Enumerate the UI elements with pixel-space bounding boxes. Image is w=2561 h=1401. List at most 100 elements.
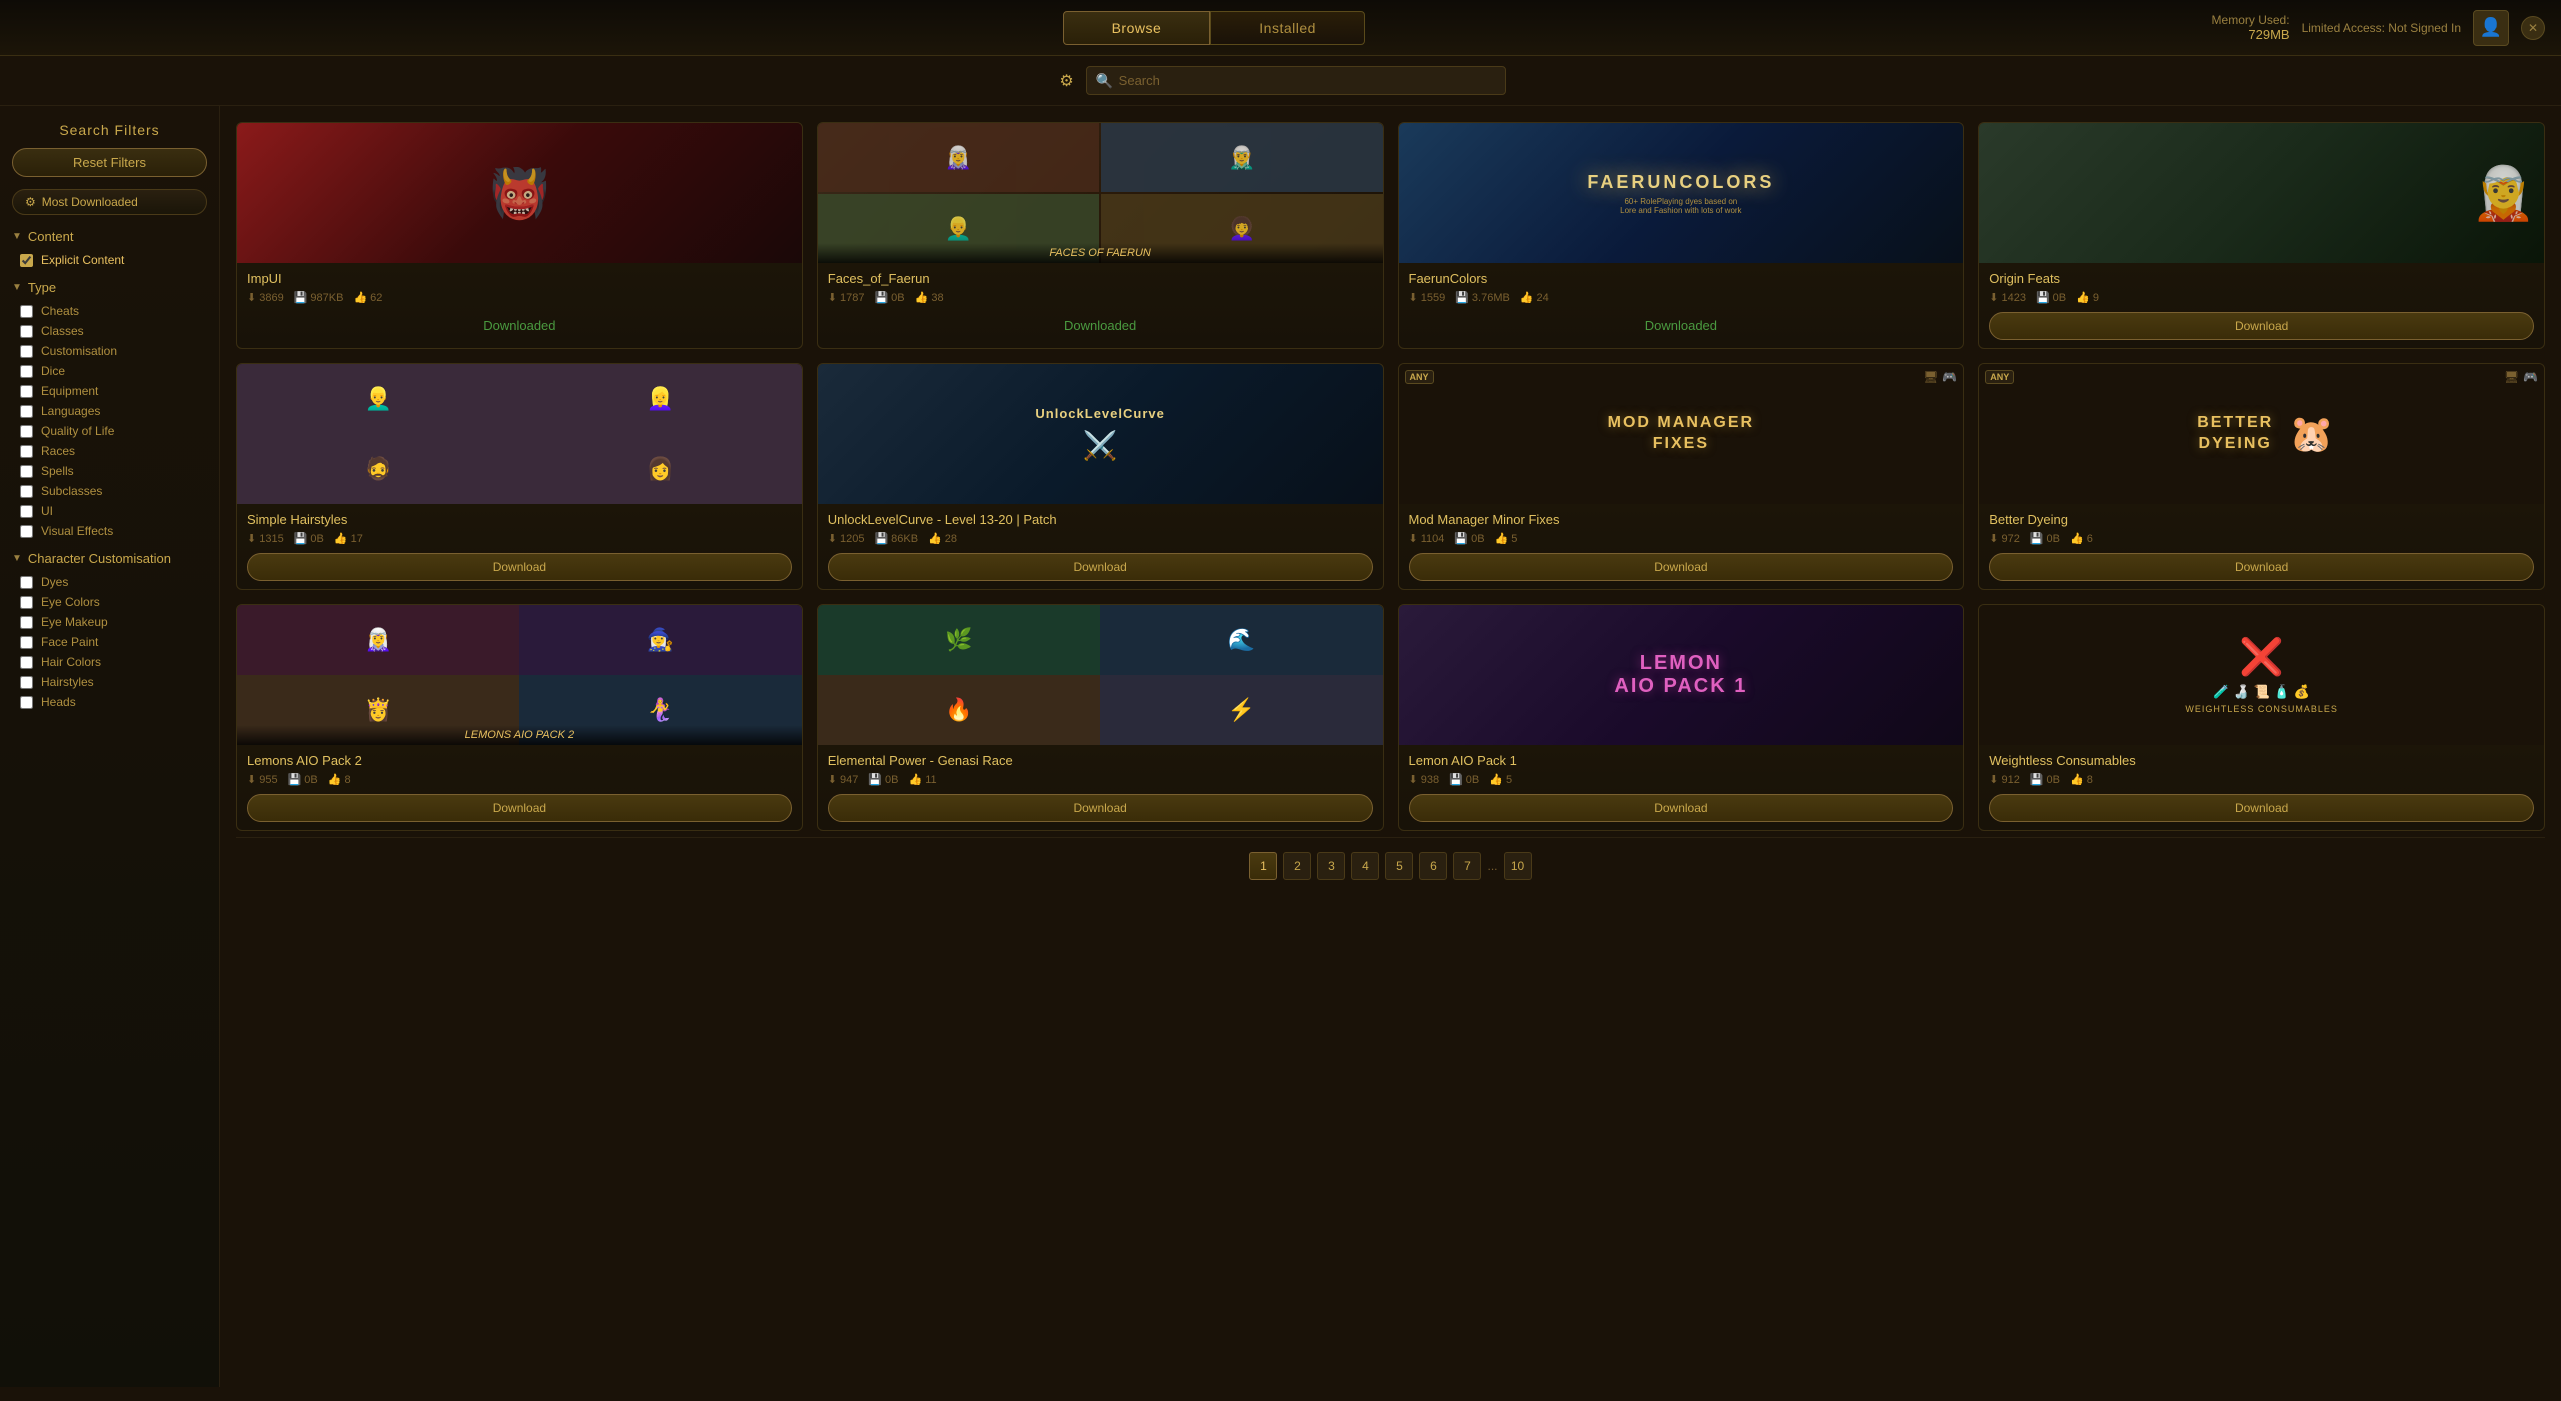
subclasses-checkbox[interactable] (20, 485, 33, 498)
eyecolors-checkbox[interactable] (20, 596, 33, 609)
page-button-3[interactable]: 3 (1317, 852, 1345, 880)
page-button-10[interactable]: 10 (1504, 852, 1532, 880)
languages-checkbox[interactable] (20, 405, 33, 418)
downloaded-button-impui[interactable]: Downloaded (247, 312, 792, 339)
mod-stats-unlock: ⬇ 1205 💾 86KB 👍 28 (828, 532, 1373, 545)
mod-card-hairstyles[interactable]: 👱‍♂️ 👱‍♀️ 🧔 👩 Simple Hairstyles ⬇ 1315 (236, 363, 803, 590)
mod-card-lemons[interactable]: 🧝‍♀️ 🧙‍♀️ 👸 🧜‍♀️ LEMONS AIO PACK 2 Lemon… (236, 604, 803, 831)
download-button-weightless[interactable]: Download (1989, 794, 2534, 822)
heads-checkbox[interactable] (20, 696, 33, 709)
visualeffects-checkbox[interactable] (20, 525, 33, 538)
downloaded-button-faces[interactable]: Downloaded (828, 312, 1373, 339)
filter-cheats[interactable]: Cheats (12, 301, 207, 321)
reset-filters-button[interactable]: Reset Filters (12, 148, 207, 177)
filter-customisation[interactable]: Customisation (12, 341, 207, 361)
mod-card-weightless[interactable]: ❌ 🧪 🍶 📜 🧴 💰 WEIGHTLESS CONSUMABLES Weigh… (1978, 604, 2545, 831)
eyemakeup-checkbox[interactable] (20, 616, 33, 629)
page-button-4[interactable]: 4 (1351, 852, 1379, 880)
type-section-label: Type (28, 280, 56, 295)
likes-dyeing: 👍 6 (2070, 532, 2093, 545)
mod-card-lemon-aio[interactable]: LEMONAIO PACK 1 Lemon AIO Pack 1 ⬇ 938 💾… (1398, 604, 1965, 831)
charcust-section-header[interactable]: ▼ Character Customisation (12, 551, 207, 566)
type-section-header[interactable]: ▼ Type (12, 280, 207, 295)
tab-browse[interactable]: Browse (1063, 11, 1211, 45)
page-button-6[interactable]: 6 (1419, 852, 1447, 880)
unlock-thumb-content: UnlockLevelCurve ⚔️ (1019, 390, 1180, 478)
dice-checkbox[interactable] (20, 365, 33, 378)
elemental-cell-3: 🔥 (818, 675, 1100, 745)
page-button-1[interactable]: 1 (1249, 852, 1277, 880)
modmanager-title-text: MOD MANAGERFIXES (1600, 405, 1762, 463)
filter-explicit-content[interactable]: Explicit Content (12, 250, 207, 270)
ui-checkbox[interactable] (20, 505, 33, 518)
filter-ui[interactable]: UI (12, 501, 207, 521)
filter-spells[interactable]: Spells (12, 461, 207, 481)
qualityoflife-checkbox[interactable] (20, 425, 33, 438)
mod-card-modmanager[interactable]: ANY 🖥 🎮 MOD MANAGERFIXES Mod Manager Min… (1398, 363, 1965, 590)
size-icon-f: 💾 (874, 291, 888, 304)
filter-facepaint[interactable]: Face Paint (12, 632, 207, 652)
filter-dice[interactable]: Dice (12, 361, 207, 381)
mod-card-faerun[interactable]: FAERUNCOLORS 60+ RolePlaying dyes based … (1398, 122, 1965, 349)
cheats-checkbox[interactable] (20, 305, 33, 318)
page-button-5[interactable]: 5 (1385, 852, 1413, 880)
download-icon-or: ⬇ (1989, 291, 1998, 304)
explicit-checkbox[interactable] (20, 254, 33, 267)
filter-toggle-button[interactable]: ⚙ (1055, 67, 1077, 95)
filter-heads[interactable]: Heads (12, 692, 207, 712)
page-button-2[interactable]: 2 (1283, 852, 1311, 880)
tab-installed[interactable]: Installed (1210, 11, 1365, 45)
hairstyles-checkbox[interactable] (20, 676, 33, 689)
filter-languages[interactable]: Languages (12, 401, 207, 421)
dyes-checkbox[interactable] (20, 576, 33, 589)
classes-checkbox[interactable] (20, 325, 33, 338)
customisation-checkbox[interactable] (20, 345, 33, 358)
mod-card-unlock[interactable]: UnlockLevelCurve ⚔️ UnlockLevelCurve - L… (817, 363, 1384, 590)
filter-classes[interactable]: Classes (12, 321, 207, 341)
classes-label: Classes (41, 324, 84, 338)
download-button-origin[interactable]: Download (1989, 312, 2534, 340)
mod-name-unlock: UnlockLevelCurve - Level 13-20 | Patch (828, 512, 1373, 527)
haircolors-checkbox[interactable] (20, 656, 33, 669)
download-button-modmanager[interactable]: Download (1409, 553, 1954, 581)
download-button-hairstyles[interactable]: Download (247, 553, 792, 581)
download-button-elemental[interactable]: Download (828, 794, 1373, 822)
download-button-lemons[interactable]: Download (247, 794, 792, 822)
sort-button[interactable]: ⚙ Most Downloaded (12, 189, 207, 215)
avatar-button[interactable]: 👤 (2473, 10, 2509, 46)
filter-hairstyles[interactable]: Hairstyles (12, 672, 207, 692)
equipment-checkbox[interactable] (20, 385, 33, 398)
download-button-unlock[interactable]: Download (828, 553, 1373, 581)
filter-subclasses[interactable]: Subclasses (12, 481, 207, 501)
filter-equipment[interactable]: Equipment (12, 381, 207, 401)
mod-card-origin[interactable]: 🧝 Origin Feats ⬇ 1423 💾 0B (1978, 122, 2545, 349)
mod-card-dyeing[interactable]: ANY 🖥 🎮 BETTERDYEING 🐹 Better Dyeing (1978, 363, 2545, 590)
races-checkbox[interactable] (20, 445, 33, 458)
filter-haircolors[interactable]: Hair Colors (12, 652, 207, 672)
filter-eyecolors[interactable]: Eye Colors (12, 592, 207, 612)
download-count-elemental: ⬇ 947 (828, 773, 859, 786)
mod-card-faces[interactable]: 🧝‍♀️ 🧝‍♂️ 👱‍♂️ 👩‍🦱 FACES OF FAERUN Faces… (817, 122, 1384, 349)
download-icon: ⬇ (247, 291, 256, 304)
filter-qualityoflife[interactable]: Quality of Life (12, 421, 207, 441)
download-button-dyeing[interactable]: Download (1989, 553, 2534, 581)
filter-races[interactable]: Races (12, 441, 207, 461)
mod-card-impui[interactable]: 👹 ImpUI ⬇ 3869 💾 987KB � (236, 122, 803, 349)
download-button-lemon-aio[interactable]: Download (1409, 794, 1954, 822)
close-button[interactable]: ✕ (2521, 16, 2545, 40)
mod-card-elemental[interactable]: 🌿 🌊 🔥 ⚡ Elemental Power - Genasi Race ⬇ … (817, 604, 1384, 831)
mod-info-faerun: FaerunColors ⬇ 1559 💾 3.76MB 👍 24 (1399, 263, 1964, 347)
spells-checkbox[interactable] (20, 465, 33, 478)
filter-dyes[interactable]: Dyes (12, 572, 207, 592)
filter-eyemakeup[interactable]: Eye Makeup (12, 612, 207, 632)
lemons-cell-1: 🧝‍♀️ (237, 605, 519, 675)
facepaint-checkbox[interactable] (20, 636, 33, 649)
content-section-header[interactable]: ▼ Content (12, 229, 207, 244)
page-button-7[interactable]: 7 (1453, 852, 1481, 880)
search-input[interactable] (1086, 66, 1506, 95)
subclasses-label: Subclasses (41, 484, 102, 498)
filter-visualeffects[interactable]: Visual Effects (12, 521, 207, 541)
downloaded-button-faerun[interactable]: Downloaded (1409, 312, 1954, 339)
any-badge-modmanager: ANY (1405, 370, 1434, 384)
top-right-area: Memory Used: 729MB Limited Access: Not S… (2212, 10, 2545, 46)
